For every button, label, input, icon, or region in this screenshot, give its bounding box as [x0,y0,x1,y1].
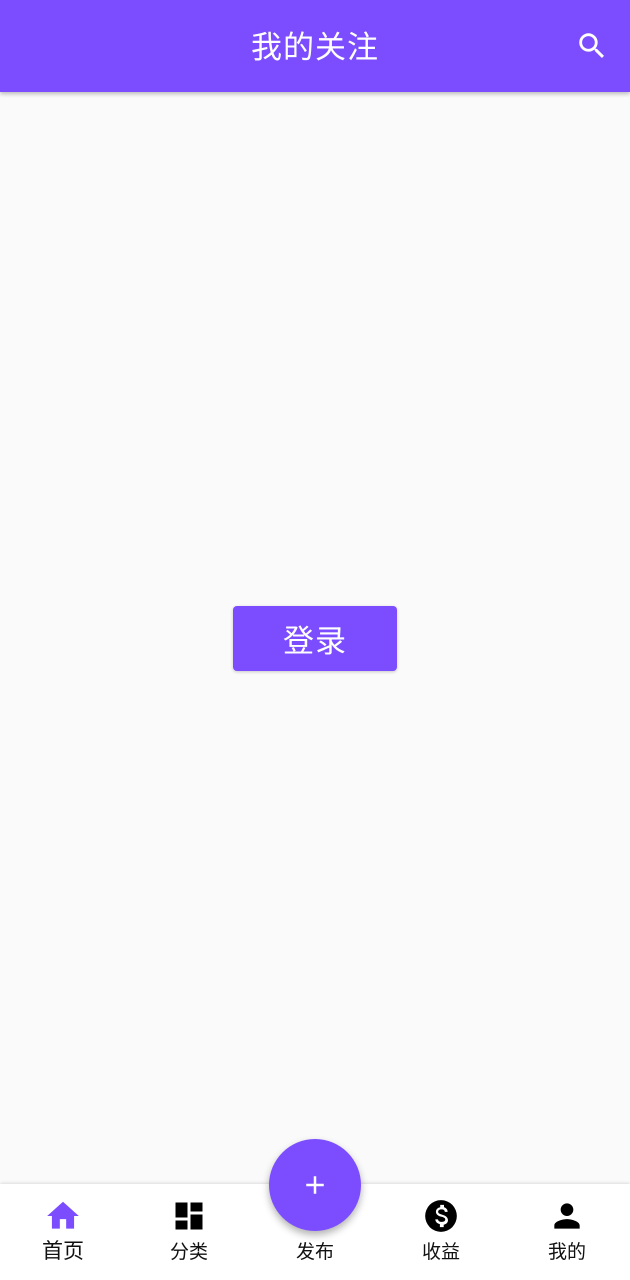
dollar-icon [425,1200,457,1232]
login-button[interactable]: 登录 [233,606,397,671]
person-icon [554,1203,580,1229]
nav-label-home: 首页 [42,1239,84,1263]
home-icon [47,1201,79,1229]
nav-item-mine[interactable]: 我的 [504,1184,630,1280]
publish-fab[interactable] [269,1139,361,1231]
search-icon [579,33,605,59]
nav-label-category: 分类 [169,1241,208,1263]
search-button[interactable] [568,22,616,70]
nav-label-publish: 发布 [295,1241,334,1263]
main-content: 登录 [0,92,630,1184]
nav-label-mine: 我的 [547,1241,586,1263]
dashboard-icon [175,1202,203,1230]
nav-label-earnings: 收益 [421,1241,460,1263]
nav-item-category[interactable]: 分类 [126,1184,252,1280]
nav-item-earnings[interactable]: 收益 [378,1184,504,1280]
add-icon [306,1176,324,1194]
nav-item-home[interactable]: 首页 [0,1184,126,1280]
page-title: 我的关注 [251,30,379,66]
app-bar: 我的关注 [0,0,630,92]
